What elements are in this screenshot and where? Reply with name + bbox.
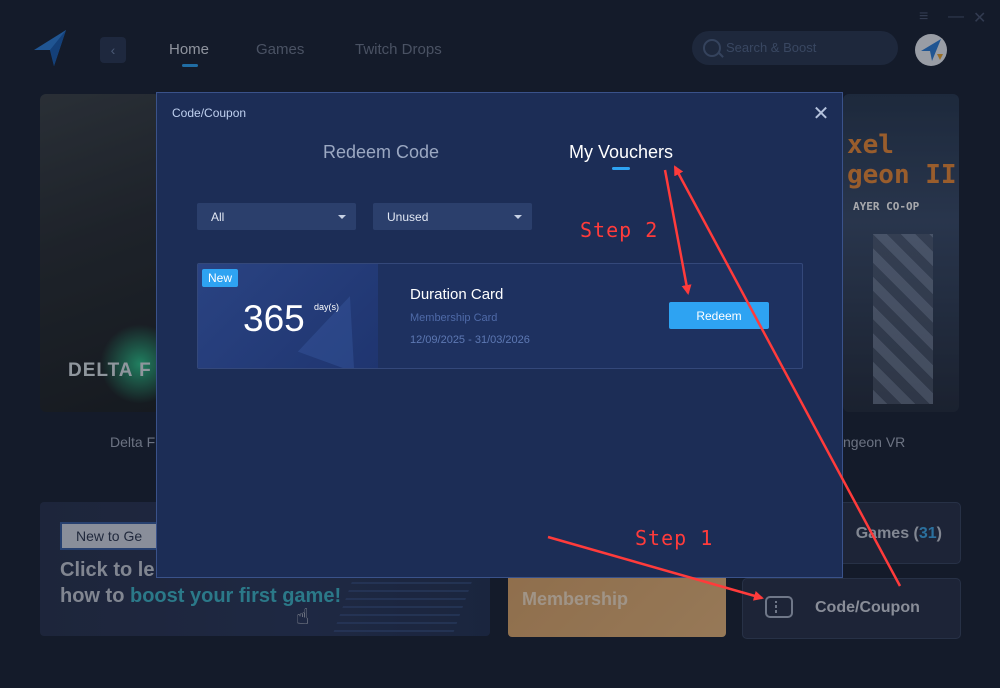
voucher-validity-dates: 12/09/2025 - 31/03/2026 — [410, 334, 530, 346]
voucher-title: Duration Card — [410, 286, 504, 303]
step-1-annotation: Step 1 — [635, 526, 714, 550]
step-2-annotation: Step 2 — [580, 218, 659, 242]
voucher-card: New 365 day(s) Duration Card Membership … — [197, 263, 803, 369]
status-filter-select[interactable]: Unused — [373, 203, 532, 230]
type-filter-select[interactable]: All — [197, 203, 356, 230]
status-filter-value: Unused — [387, 210, 429, 224]
decor-triangle — [297, 285, 379, 368]
code-coupon-dialog: Code/Coupon ✕ Redeem Code My Vouchers Al… — [156, 92, 843, 578]
tab-my-vouchers[interactable]: My Vouchers — [569, 142, 673, 163]
voucher-duration-panel: New 365 day(s) — [198, 264, 379, 368]
tab-active-indicator — [612, 167, 630, 170]
redeem-button[interactable]: Redeem — [669, 302, 769, 329]
tab-redeem-code[interactable]: Redeem Code — [323, 142, 439, 163]
voucher-subtitle: Membership Card — [410, 312, 498, 324]
new-badge: New — [202, 269, 239, 287]
app-window: ‹ Home Games Twitch Drops Search & Boost… — [0, 0, 1000, 688]
voucher-days: 365 — [243, 298, 305, 339]
chevron-down-icon — [338, 215, 346, 219]
close-icon[interactable]: ✕ — [811, 104, 831, 124]
voucher-days-unit: day(s) — [314, 302, 340, 312]
chevron-down-icon — [514, 215, 522, 219]
type-filter-value: All — [211, 210, 225, 224]
dialog-title: Code/Coupon — [172, 106, 247, 120]
